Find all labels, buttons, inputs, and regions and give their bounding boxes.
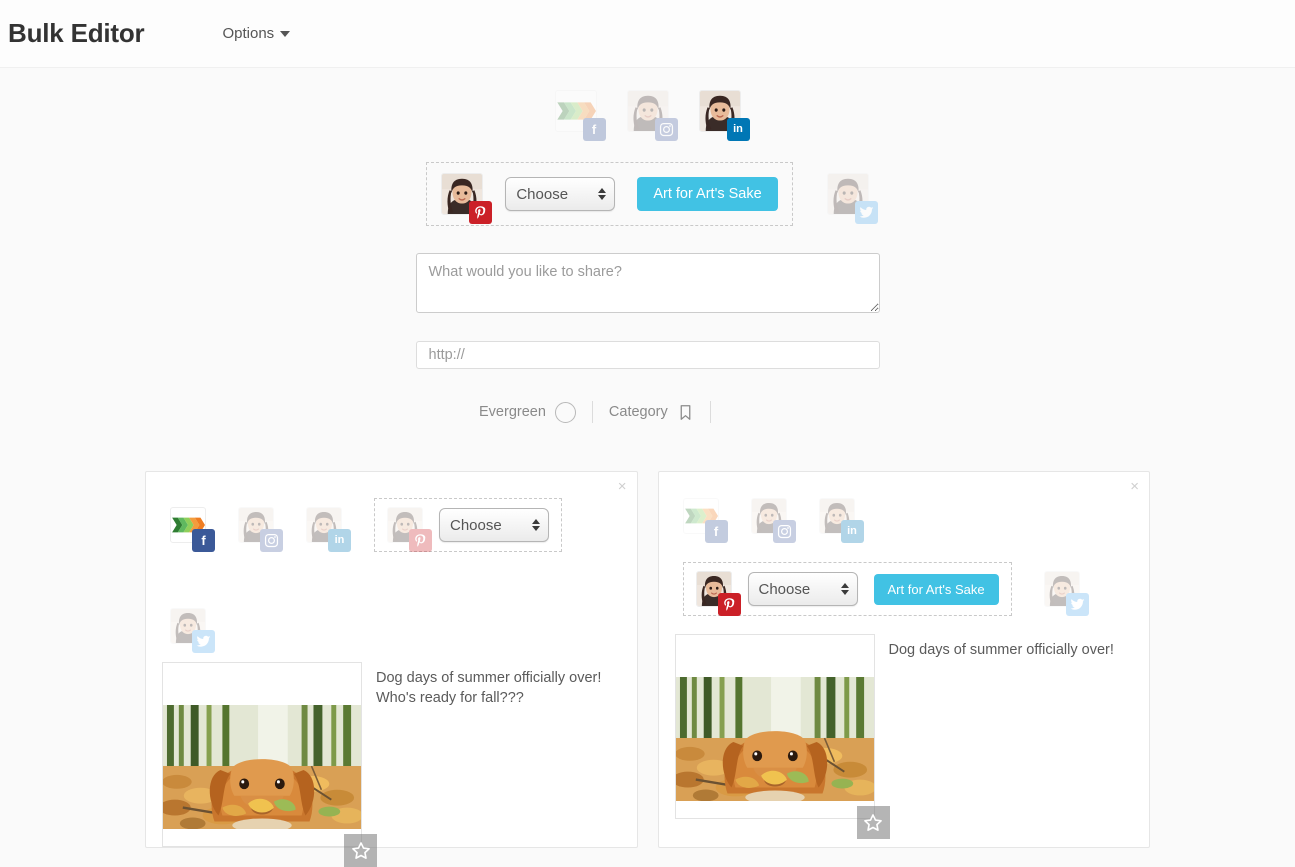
card-body: Dog days of summer officially over!	[659, 616, 1150, 839]
pinterest-icon	[469, 201, 493, 224]
instagram-icon	[654, 118, 678, 141]
page-title: Bulk Editor	[8, 18, 145, 48]
composer-network-row: f in	[0, 90, 1295, 141]
avatar-twitter[interactable]	[170, 608, 215, 653]
bookmark-icon	[677, 403, 694, 422]
avatar-facebook[interactable]: f	[170, 507, 215, 552]
avatar-pinterest[interactable]	[695, 571, 741, 616]
linkedin-icon: in	[840, 520, 864, 543]
linkedin-icon: in	[328, 529, 351, 552]
linkedin-icon: in	[726, 118, 750, 141]
avatar-linkedin[interactable]: in	[306, 507, 351, 552]
composer: f in Choose Art for Art's Sake What woul…	[0, 68, 1295, 423]
app-header: Bulk Editor Options	[0, 0, 1295, 68]
post-image-thumb[interactable]	[674, 634, 890, 839]
category-label: Category	[608, 404, 668, 420]
evergreen-toggle[interactable]: Evergreen	[479, 401, 592, 423]
board-button[interactable]: Art for Art's Sake	[873, 573, 999, 605]
avatar-linkedin[interactable]: in	[818, 498, 864, 543]
instagram-icon	[260, 529, 283, 552]
avatar-linkedin[interactable]: in	[698, 90, 750, 141]
evergreen-label: Evergreen	[479, 404, 546, 420]
composer-toggles: Evergreen Category	[0, 401, 1295, 423]
post-card: × f in Choose Dog days of summer officially …	[145, 471, 638, 867]
avatar-instagram[interactable]	[238, 507, 283, 552]
avatar-twitter[interactable]	[1043, 571, 1089, 616]
avatar-instagram[interactable]	[750, 498, 796, 543]
post-text[interactable]: Dog days of summer officially over!	[889, 634, 1114, 819]
card-network-row: f in Choose	[146, 472, 637, 653]
pinterest-board-picker: Choose Art for Art's Sake	[426, 162, 793, 226]
board-select-wrap: Choose	[439, 508, 549, 542]
board-select-wrap: Choose	[747, 572, 858, 606]
close-icon[interactable]: ×	[1130, 479, 1139, 494]
favorite-star-button[interactable]	[344, 834, 377, 867]
card-body: Dog days of summer officially over! Who'…	[146, 644, 637, 867]
toggle-divider	[591, 401, 593, 423]
facebook-icon: f	[192, 529, 215, 552]
board-select-wrap: Choose	[505, 177, 616, 211]
options-menu-label: Options	[222, 25, 275, 42]
caret-down-icon	[280, 30, 291, 37]
board-select[interactable]: Choose	[505, 177, 616, 211]
avatar-twitter[interactable]	[826, 173, 878, 224]
facebook-icon: f	[582, 118, 606, 141]
post-image	[676, 677, 874, 801]
star-outline-icon	[862, 812, 884, 834]
post-card: × f in Choose Art for Art's Sake Dog days of …	[657, 471, 1150, 848]
pinterest-board-picker: Choose Art for Art's Sake	[682, 562, 1012, 616]
options-menu[interactable]: Options	[222, 25, 291, 42]
avatar-pinterest[interactable]	[441, 173, 493, 224]
url-input[interactable]	[415, 341, 880, 369]
close-icon[interactable]: ×	[618, 479, 627, 494]
twitter-icon	[854, 201, 878, 224]
post-text[interactable]: Dog days of summer officially over! Who'…	[376, 662, 621, 847]
star-outline-icon	[350, 840, 372, 862]
circle-icon	[554, 401, 576, 423]
post-image-thumb[interactable]	[162, 662, 377, 867]
board-button[interactable]: Art for Art's Sake	[637, 177, 778, 211]
twitter-icon	[192, 630, 215, 653]
card-network-row: f in Choose Art for Art's Sake	[659, 472, 1150, 616]
composer-picker-row: Choose Art for Art's Sake	[0, 132, 1295, 226]
post-cards: × f in Choose Dog days of summer officially …	[0, 423, 1295, 867]
avatar-pinterest[interactable]	[387, 507, 432, 552]
twitter-icon	[1065, 593, 1089, 616]
toggle-divider	[709, 401, 711, 423]
avatar-instagram[interactable]	[626, 90, 678, 141]
share-textarea[interactable]	[415, 253, 880, 313]
pinterest-icon	[717, 593, 741, 616]
board-select[interactable]: Choose	[747, 572, 858, 606]
avatar-facebook[interactable]: f	[554, 90, 606, 141]
instagram-icon	[772, 520, 796, 543]
pinterest-board-picker: Choose	[374, 498, 562, 552]
facebook-icon: f	[704, 520, 728, 543]
favorite-star-button[interactable]	[856, 806, 890, 839]
avatar-facebook[interactable]: f	[682, 498, 728, 543]
board-select[interactable]: Choose	[439, 508, 549, 542]
category-toggle[interactable]: Category	[609, 403, 710, 422]
post-image	[163, 705, 361, 829]
pinterest-icon	[409, 529, 432, 552]
